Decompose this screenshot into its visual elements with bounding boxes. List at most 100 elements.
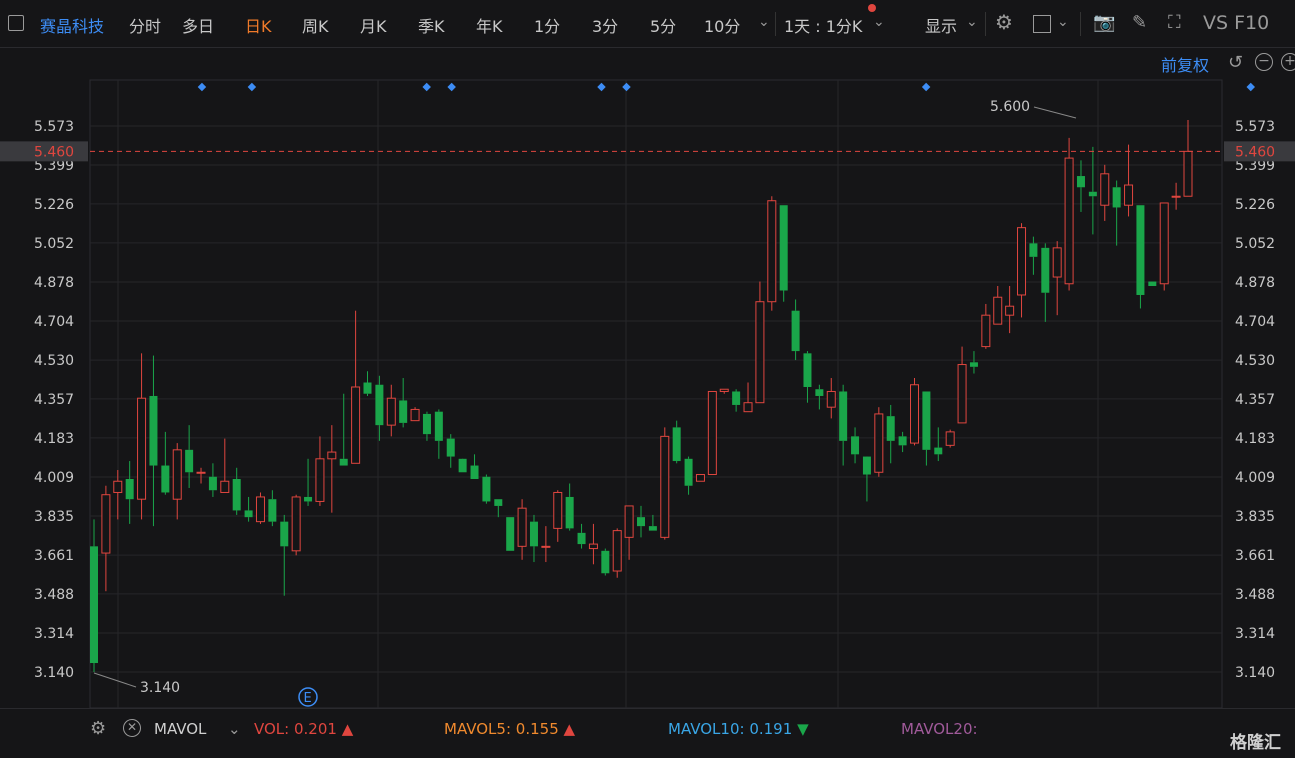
candle-body-41 <box>577 532 586 545</box>
candle-body-92 <box>1183 150 1193 197</box>
y-tick-label-left-12: 3.488 <box>34 587 74 603</box>
candle-body-39 <box>553 491 563 529</box>
event-marker-7 <box>1246 82 1255 92</box>
y-tick-label-left-6: 4.530 <box>34 353 74 369</box>
current-price-label-right: 5.460 <box>1235 144 1275 160</box>
event-marker-1 <box>247 82 257 92</box>
candle-body-1 <box>101 494 111 554</box>
candle-body-42 <box>588 543 598 550</box>
high-leader-line <box>1033 106 1077 119</box>
y-tick-label-left-8: 4.183 <box>34 431 74 447</box>
y-tick-label-left-14: 3.140 <box>34 665 74 681</box>
y-tick-label-left-3: 5.052 <box>34 236 74 252</box>
candle-body-19 <box>315 458 325 502</box>
candle-body-90 <box>1159 202 1169 285</box>
candle-body-59 <box>791 310 800 352</box>
candle-body-7 <box>172 449 182 500</box>
y-tick-label-left-5: 4.704 <box>34 314 74 330</box>
event-marker-5 <box>622 82 631 92</box>
candle-body-80 <box>1041 247 1050 293</box>
candle-body-62 <box>826 390 836 408</box>
close-icon[interactable]: ✕ <box>123 719 141 737</box>
candle-body-25 <box>386 397 396 426</box>
candle-body-53 <box>719 388 729 392</box>
candle-body-76 <box>993 296 1003 325</box>
y-tick-label-right-9: 4.009 <box>1235 470 1275 486</box>
candle-body-36 <box>517 507 527 547</box>
gear-icon[interactable]: ⚙ <box>90 718 106 739</box>
y-tick-label-left-13: 3.314 <box>34 626 74 642</box>
candle-body-43 <box>601 550 610 574</box>
candle-body-48 <box>660 435 670 538</box>
candle-body-3 <box>125 479 134 500</box>
candle-body-6 <box>161 465 170 493</box>
y-tick-label-left-10: 3.835 <box>34 509 74 525</box>
indicator-select[interactable]: MAVOL <box>154 720 206 738</box>
low-leader-line <box>93 672 137 688</box>
candle-body-64 <box>851 436 860 455</box>
event-marker-0 <box>197 82 207 92</box>
candle-body-10 <box>208 476 217 491</box>
low-price-label: 3.140 <box>140 680 180 696</box>
candle-body-2 <box>113 480 123 493</box>
candle-body-24 <box>375 384 384 426</box>
high-price-label: 5.600 <box>990 99 1030 115</box>
y-tick-label-left-0: 5.573 <box>34 119 74 135</box>
candle-body-0 <box>90 546 98 664</box>
candlestick-chart[interactable]: 5.573 5.5735.399 5.3995.226 5.2265.052 5.052… <box>0 0 1295 708</box>
candle-body-4 <box>137 397 147 500</box>
candle-body-30 <box>446 438 455 457</box>
candle-body-72 <box>945 431 955 446</box>
candle-body-22 <box>351 386 361 464</box>
y-tick-label-right-7: 4.357 <box>1235 392 1275 408</box>
y-tick-label-left-9: 4.009 <box>34 470 74 486</box>
candle-body-65 <box>862 456 871 475</box>
candle-body-28 <box>422 413 431 435</box>
volume-indicator-bar: ⚙ ✕ MAVOL ⌄ VOL: 0.201 ▲ MAVOL5: 0.155 ▲… <box>0 708 1295 748</box>
candle-body-8 <box>185 449 194 473</box>
candle-body-70 <box>922 391 931 450</box>
candle-body-55 <box>743 402 753 413</box>
event-marker-6 <box>921 82 931 92</box>
candle-body-51 <box>695 474 705 482</box>
y-tick-label-left-4: 4.878 <box>34 275 74 291</box>
candle-body-67 <box>886 416 895 441</box>
candle-body-74 <box>969 362 978 367</box>
candle-body-29 <box>434 411 443 441</box>
candle-body-17 <box>291 496 301 552</box>
candle-body-27 <box>410 408 420 422</box>
candle-body-38 <box>541 545 551 548</box>
y-tick-label-right-11: 3.661 <box>1235 548 1275 564</box>
candle-body-44 <box>612 530 622 572</box>
candle-body-91 <box>1171 195 1181 198</box>
candle-body-33 <box>482 476 491 502</box>
candle-body-87 <box>1124 184 1134 206</box>
candle-body-20 <box>327 451 337 460</box>
y-tick-label-right-10: 3.835 <box>1235 509 1275 525</box>
candle-body-32 <box>470 465 479 480</box>
y-tick-label-right-2: 5.226 <box>1235 197 1275 213</box>
candle-body-73 <box>957 364 967 424</box>
candle-body-11 <box>220 480 230 493</box>
candle-body-23 <box>363 382 372 394</box>
earnings-marker-label: E <box>304 691 312 706</box>
candle-body-89 <box>1148 281 1157 287</box>
candle-body-84 <box>1088 191 1097 197</box>
y-tick-label-right-0: 5.573 <box>1235 119 1275 135</box>
mavol5-label: MAVOL5: 0.155 ▲ <box>444 720 576 738</box>
y-tick-label-left-7: 4.357 <box>34 392 74 408</box>
candle-body-82 <box>1064 157 1074 285</box>
candle-body-54 <box>732 391 741 405</box>
mavol10-label: MAVOL10: 0.191 ▼ <box>668 720 809 738</box>
chevron-down-icon[interactable]: ⌄ <box>228 720 241 738</box>
candle-body-58 <box>779 205 788 291</box>
y-tick-label-left-2: 5.226 <box>34 197 74 213</box>
current-price-label-left: 5.460 <box>34 144 74 160</box>
candle-body-18 <box>304 496 313 502</box>
candle-body-83 <box>1076 176 1085 188</box>
candle-body-60 <box>803 353 812 387</box>
candle-body-81 <box>1052 247 1062 278</box>
candle-body-77 <box>1005 305 1015 316</box>
candle-body-16 <box>280 521 289 547</box>
vol-label: VOL: 0.201 ▲ <box>254 720 354 738</box>
